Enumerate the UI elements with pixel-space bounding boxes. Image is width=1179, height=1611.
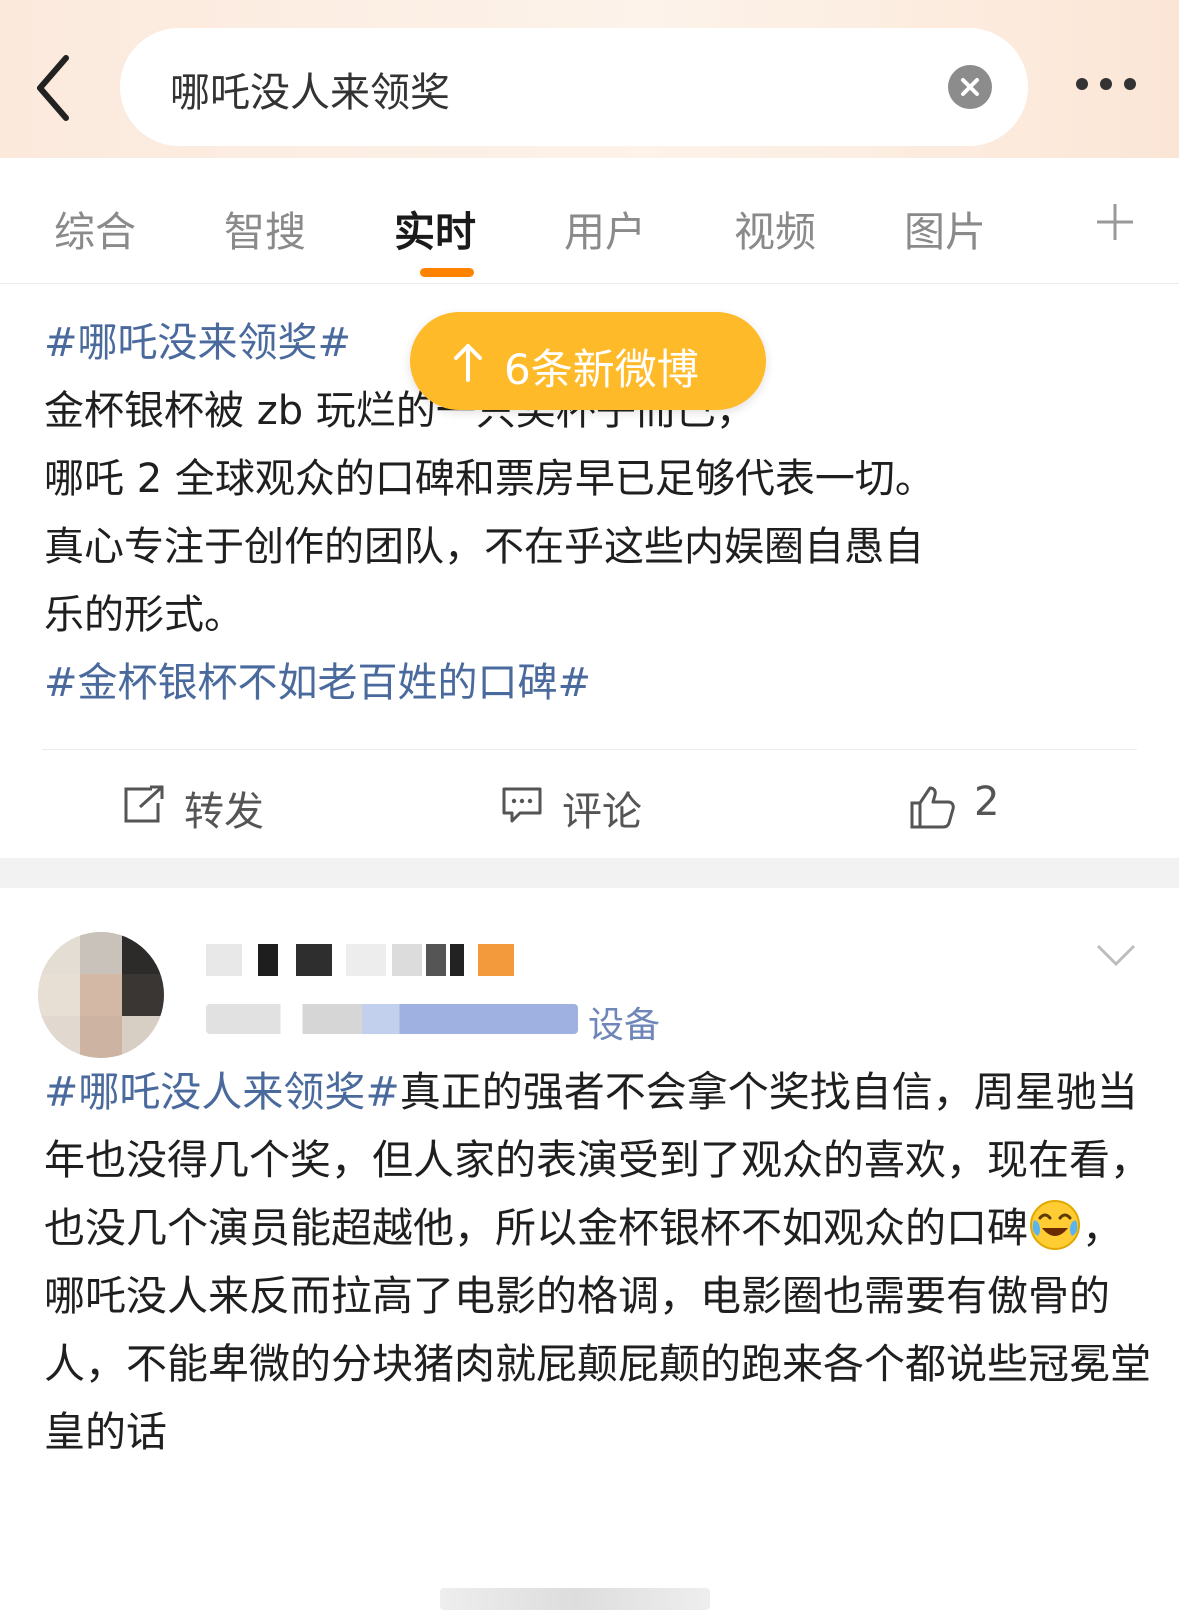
tab-comprehensive[interactable]: 综合 (54, 198, 136, 258)
back-icon[interactable] (28, 48, 88, 128)
tab-realtime[interactable]: 实时 (394, 198, 476, 258)
new-posts-label: 6条新微博 (504, 345, 699, 394)
tab-smart-search[interactable]: 智搜 (224, 198, 306, 258)
tab-images[interactable]: 图片 (904, 198, 986, 258)
tab-videos[interactable]: 视频 (734, 198, 816, 258)
comment-button[interactable]: 评论 (500, 779, 660, 835)
search-input[interactable]: 哪吒没人来领奖 (170, 60, 450, 118)
laugh-cry-emoji-icon (1030, 1200, 1080, 1250)
like-count: 2 (974, 779, 1000, 825)
topic-tag[interactable]: #哪吒没人来领奖# (44, 1068, 400, 1116)
post-line: 真心专注于创作的团队，不在乎这些内娱圈自愚自 (44, 524, 924, 570)
clear-icon[interactable] (948, 65, 992, 109)
add-tab-icon[interactable] (1093, 200, 1137, 244)
device-label: 设备 (588, 1005, 661, 1046)
chevron-down-icon[interactable] (1094, 940, 1138, 970)
username-redacted[interactable] (206, 938, 536, 984)
topic-tag[interactable]: #金杯银杯不如老百姓的口碑# (44, 649, 1144, 717)
more-icon[interactable] (1068, 70, 1158, 100)
avatar[interactable] (38, 932, 164, 1058)
post-line: 乐的形式。 (44, 592, 244, 638)
top-bar: 哪吒没人来领奖 (0, 0, 1179, 158)
repost-icon (124, 785, 164, 823)
arrow-up-icon (454, 344, 482, 382)
post-card[interactable]: 设备 #哪吒没人来领奖#真正的强者不会拿个奖找自信，周星驰当年也没得几个奖，但人… (0, 888, 1179, 1611)
thumbs-up-icon (910, 786, 955, 829)
comment-icon (502, 787, 542, 823)
repost-label: 转发 (184, 789, 264, 835)
post-body: #哪吒没人来领奖#真正的强者不会拿个奖找自信，周星驰当年也没得几个奖，但人家的表… (44, 1058, 1154, 1466)
divider (42, 749, 1137, 750)
tab-bar: 综合 智搜 实时 用户 视频 图片 (0, 158, 1179, 284)
like-button[interactable]: 2 (908, 779, 1028, 833)
post-meta: 设备 (206, 996, 666, 1046)
comment-label: 评论 (562, 789, 642, 835)
footer-redacted (440, 1588, 710, 1610)
section-gap (0, 858, 1179, 888)
new-posts-banner[interactable]: 6条新微博 (410, 312, 766, 410)
repost-button[interactable]: 转发 (122, 779, 282, 835)
active-tab-indicator (420, 268, 474, 277)
meta-redacted (206, 1004, 578, 1034)
search-bar[interactable]: 哪吒没人来领奖 (120, 28, 1028, 146)
post-line: 哪吒 2 全球观众的口碑和票房早已足够代表一切。 (44, 456, 935, 502)
tab-users[interactable]: 用户 (564, 198, 646, 258)
